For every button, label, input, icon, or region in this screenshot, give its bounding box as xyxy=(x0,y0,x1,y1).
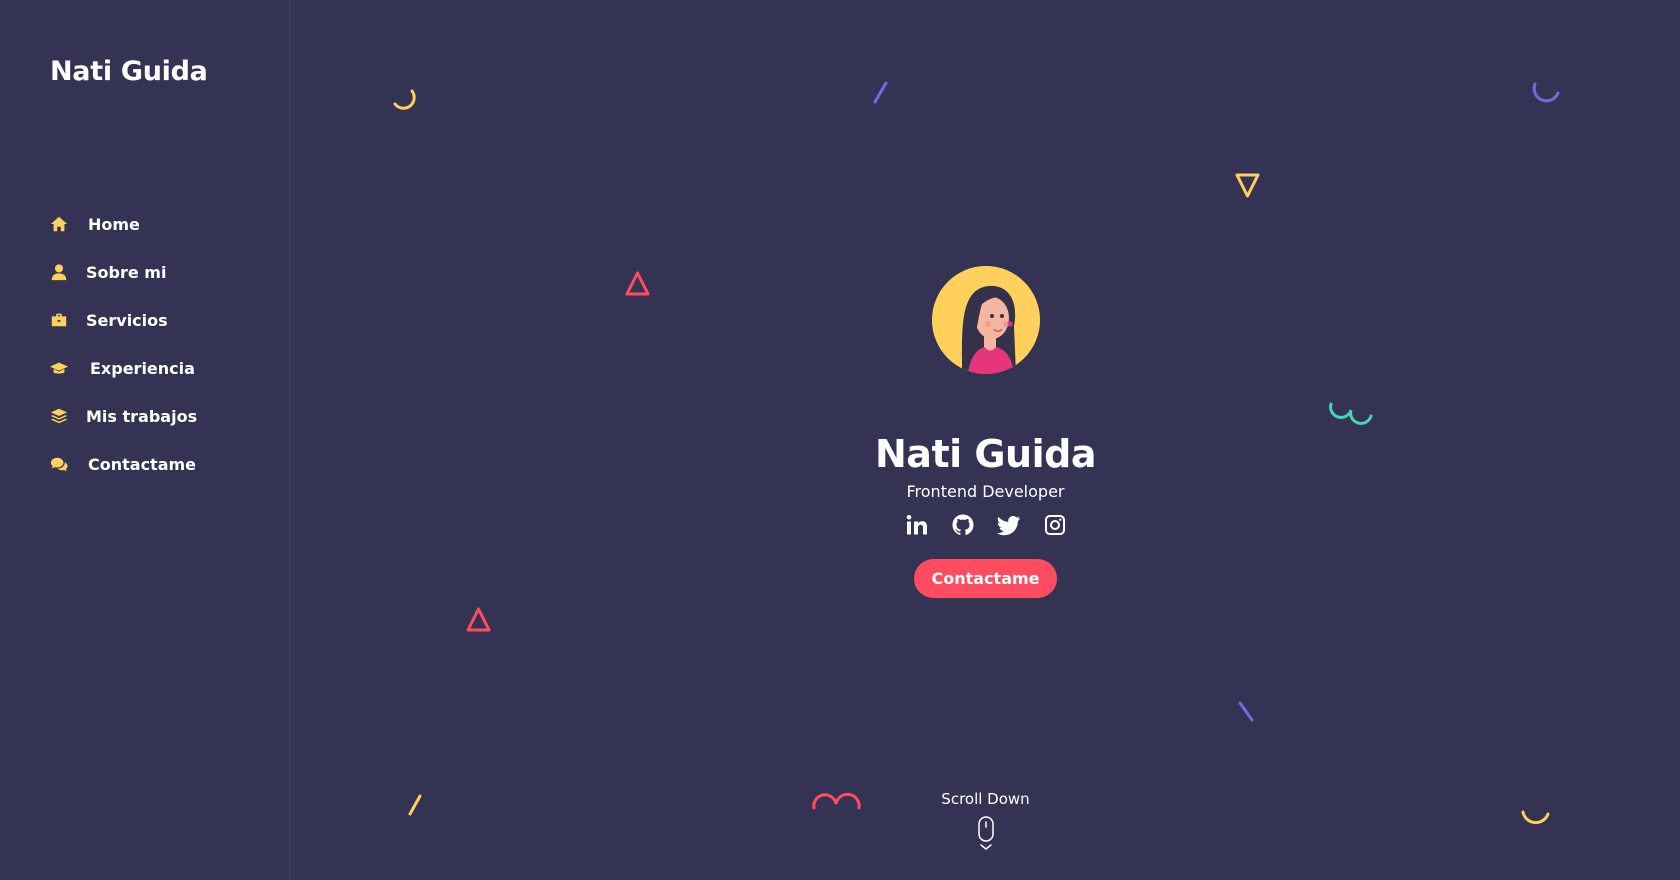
hero-name: Nati Guida xyxy=(875,432,1096,476)
contact-button[interactable]: Contactame xyxy=(914,559,1057,598)
sidebar-item-servicios[interactable]: Servicios xyxy=(50,296,197,344)
purple-arc-decoration xyxy=(1531,80,1565,114)
mouse-icon xyxy=(977,816,994,850)
home-icon xyxy=(50,215,68,233)
sidebar-item-label: Experiencia xyxy=(90,358,195,378)
sidebar-item-sobre-mi[interactable]: Sobre mi xyxy=(50,248,197,296)
yellow-triangle-decoration xyxy=(1234,172,1262,204)
briefcase-icon xyxy=(50,311,68,329)
github-icon[interactable] xyxy=(951,513,975,537)
layers-icon xyxy=(50,407,68,425)
avatar-illustration xyxy=(931,266,1040,374)
sidebar-item-label: Home xyxy=(88,214,140,234)
chat-icon xyxy=(50,455,68,473)
red-triangle-decoration xyxy=(465,606,493,638)
sidebar-item-label: Contactame xyxy=(88,454,197,474)
sidebar-item-experiencia[interactable]: Experiencia xyxy=(50,344,197,392)
sidebar-item-label: Mis trabajos xyxy=(86,406,198,426)
sidebar: Nati Guida Home Sobre mi Servicios Exper… xyxy=(0,0,290,880)
twitter-icon[interactable] xyxy=(996,513,1021,537)
sidebar-item-label: Servicios xyxy=(86,310,168,330)
sidebar-item-mis-trabajos[interactable]: Mis trabajos xyxy=(50,392,197,440)
hero-content: Nati Guida Frontend Developer Contactame xyxy=(291,266,1680,598)
hero-section: Nati Guida Frontend Developer Contactame… xyxy=(291,0,1680,880)
user-icon xyxy=(50,263,68,281)
hero-role: Frontend Developer xyxy=(906,482,1065,501)
sidebar-item-home[interactable]: Home xyxy=(50,200,197,248)
site-logo[interactable]: Nati Guida xyxy=(50,56,208,87)
scroll-down-label: Scroll Down xyxy=(941,790,1030,808)
social-links xyxy=(291,513,1680,537)
linkedin-icon[interactable] xyxy=(905,513,929,537)
sidebar-item-label: Sobre mi xyxy=(86,262,167,282)
graduation-cap-icon xyxy=(50,359,68,377)
purple-line-decoration xyxy=(1237,700,1257,730)
instagram-icon[interactable] xyxy=(1043,513,1067,537)
yellow-arc-decoration xyxy=(391,84,421,118)
scroll-down-indicator[interactable]: Scroll Down xyxy=(291,790,1680,852)
sidebar-item-contactame[interactable]: Contactame xyxy=(50,440,197,488)
avatar xyxy=(931,266,1040,374)
purple-line-decoration xyxy=(872,80,892,110)
sidebar-nav: Home Sobre mi Servicios Experiencia Mis … xyxy=(50,200,197,488)
